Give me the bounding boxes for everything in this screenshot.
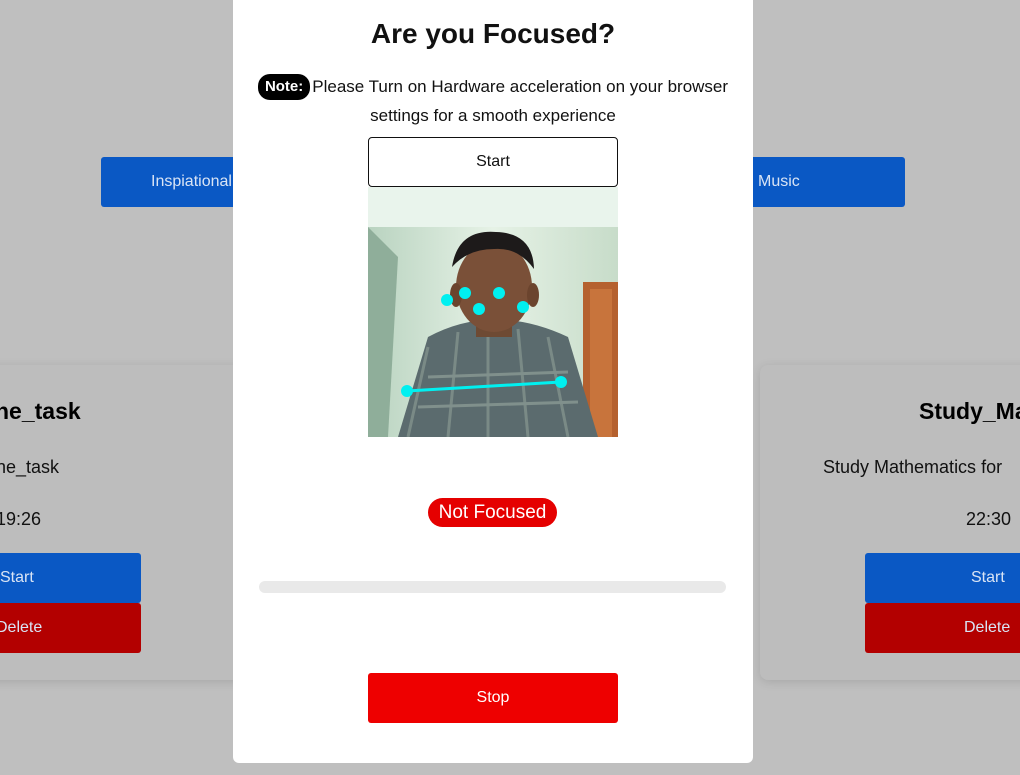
task-card-time: 19:26 <box>0 509 42 529</box>
task-card-time: 22:30 <box>966 509 1012 529</box>
task-card-title: Study_Ma <box>919 398 1020 424</box>
note-text: Please Turn on Hardware acceleration on … <box>312 77 729 125</box>
task-start-button-left[interactable]: Start <box>0 553 141 603</box>
hardware-note: Note: Please Turn on Hardware acceleratio… <box>233 72 753 130</box>
webcam-feed <box>368 187 618 437</box>
focus-status-badge: Not Focused <box>428 498 557 527</box>
focus-progress-bar <box>259 581 726 593</box>
note-badge: Note: <box>257 73 311 100</box>
focus-modal: Are you Focused? Note: Please Turn on Har… <box>233 0 753 763</box>
task-card-title: ne_task <box>0 398 81 424</box>
task-card-description: ne_task <box>0 457 60 477</box>
task-delete-button-left[interactable]: Delete <box>0 603 141 653</box>
modal-title: Are you Focused? <box>370 18 616 49</box>
task-start-button-right[interactable]: Start <box>865 553 1020 603</box>
start-detection-button[interactable]: Start <box>368 137 618 187</box>
task-card-description: Study Mathematics for <box>823 457 1003 477</box>
task-delete-button-right[interactable]: Delete <box>865 603 1020 653</box>
stop-button[interactable]: Stop <box>368 673 618 723</box>
webcam-image <box>368 187 618 437</box>
